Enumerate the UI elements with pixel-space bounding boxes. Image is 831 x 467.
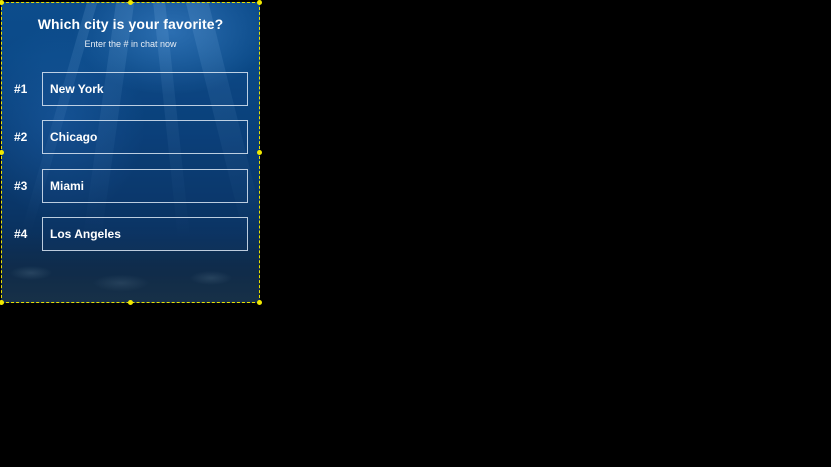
resize-handle-top-right[interactable]	[257, 0, 262, 5]
option-number: #4	[14, 227, 28, 241]
option-box[interactable]: Chicago	[42, 120, 248, 154]
resize-handle-bottom-left[interactable]	[0, 300, 4, 305]
option-label: New York	[50, 82, 104, 96]
poll-option-1: #1 New York	[1, 72, 260, 106]
resize-handle-bottom[interactable]	[128, 300, 133, 305]
poll-option-2: #2 Chicago	[1, 120, 260, 154]
poll-subtitle: Enter the # in chat now	[84, 39, 177, 49]
resize-handle-top[interactable]	[128, 0, 133, 5]
resize-handle-right[interactable]	[257, 150, 262, 155]
poll-option-3: #3 Miami	[1, 169, 260, 203]
poll-overlay[interactable]: Which city is your favorite? Enter the #…	[1, 2, 260, 303]
resize-handle-bottom-right[interactable]	[257, 300, 262, 305]
option-number: #1	[14, 82, 28, 96]
option-box[interactable]: Los Angeles	[42, 217, 248, 251]
option-label: Los Angeles	[50, 227, 121, 241]
option-label: Chicago	[50, 130, 98, 144]
poll-title: Which city is your favorite?	[37, 16, 224, 32]
preview-canvas: Which city is your favorite? Enter the #…	[0, 0, 831, 467]
option-box[interactable]: New York	[42, 72, 248, 106]
option-box[interactable]: Miami	[42, 169, 248, 203]
option-number: #2	[14, 130, 28, 144]
option-label: Miami	[50, 179, 85, 193]
option-number: #3	[14, 179, 28, 193]
poll-option-4: #4 Los Angeles	[1, 217, 260, 251]
